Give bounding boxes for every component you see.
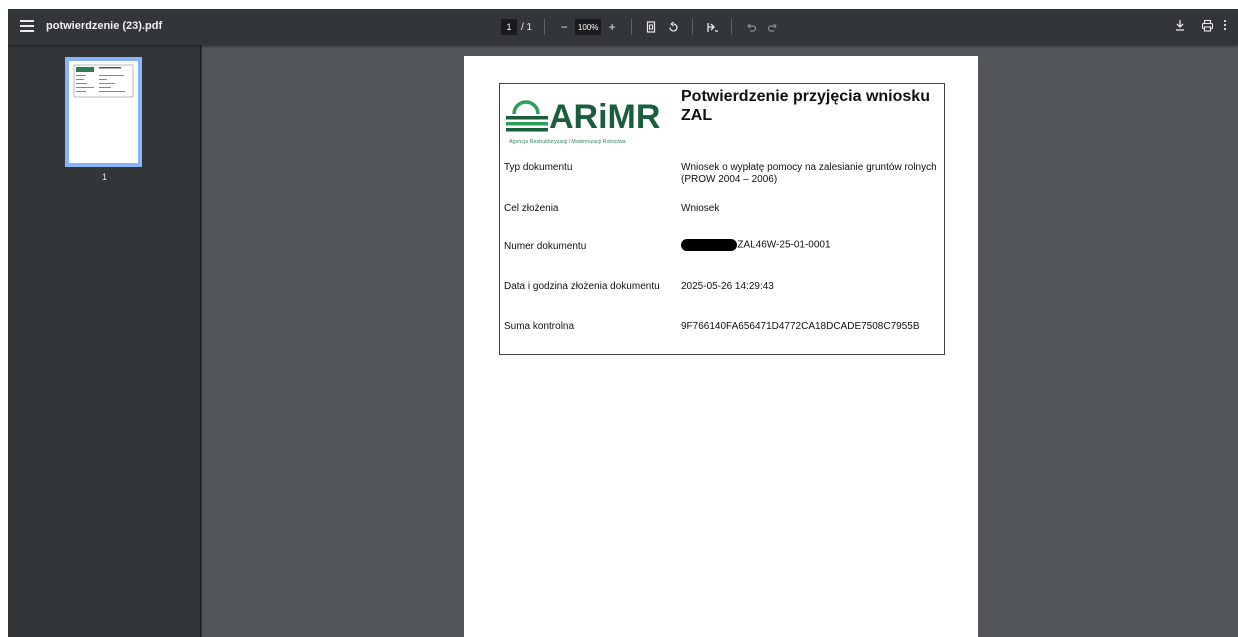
divider xyxy=(731,19,733,35)
document-number: -ZAL46W-25-01-0001 xyxy=(734,239,831,251)
logo-subtitle: Agencja Restrukturyzacji i Modernizacji … xyxy=(509,139,626,145)
document-title: Potwierdzenie przyjęcia wniosku ZAL xyxy=(681,88,930,124)
row-value-type: Wniosek o wypłatę pomocy na zalesianie g… xyxy=(681,162,937,185)
download-icon[interactable] xyxy=(1172,17,1188,33)
row-value-checksum: 9F766140FA656471D4772CA18DCADE7508C7955B xyxy=(681,321,920,332)
page-thumbnail[interactable] xyxy=(65,57,142,167)
thumbnail-preview xyxy=(73,64,134,98)
document-viewport[interactable]: ARiMR Agencja Restrukturyzacji i Moderni… xyxy=(202,45,1238,637)
pdf-page: ARiMR Agencja Restrukturyzacji i Moderni… xyxy=(464,56,978,637)
row-label-number: Numer dokumentu xyxy=(504,241,587,252)
more-icon[interactable] xyxy=(1221,17,1229,33)
row-value-datetime: 2025-05-26 14:29:43 xyxy=(681,281,774,292)
row-label-type: Typ dokumentu xyxy=(504,162,573,173)
redaction-mark xyxy=(681,239,737,251)
thumbnail-sidebar: 1 xyxy=(8,45,201,637)
arimr-logo: ARiMR Agencja Restrukturyzacji i Moderni… xyxy=(504,90,676,148)
logo-emblem-icon xyxy=(506,100,548,132)
pdf-viewer: potwierdzenie (23).pdf / 1 − + xyxy=(8,9,1238,637)
toolbar-actions xyxy=(1169,17,1232,33)
zoom-input[interactable] xyxy=(575,19,602,35)
rotate-icon[interactable] xyxy=(665,19,681,35)
row-label-purpose: Cel złożenia xyxy=(504,203,559,214)
fit-page-icon[interactable] xyxy=(643,19,659,35)
toolbar: potwierdzenie (23).pdf / 1 − + xyxy=(8,9,1238,45)
page-number-input[interactable] xyxy=(501,19,517,35)
row-label-datetime: Data i godzina złożenia dokumentu xyxy=(504,281,660,292)
row-value-number: -ZAL46W-25-01-0001 xyxy=(681,239,939,252)
divider xyxy=(692,19,694,35)
divider xyxy=(544,19,546,35)
menu-icon[interactable] xyxy=(20,20,34,34)
toolbar-controls: / 1 − + xyxy=(501,17,784,37)
undo-icon[interactable] xyxy=(743,19,759,35)
divider xyxy=(631,19,633,35)
page-total: / 1 xyxy=(521,21,533,33)
annotate-icon[interactable] xyxy=(704,19,720,35)
row-value-purpose: Wniosek xyxy=(681,203,720,214)
zoom-out-button[interactable]: − xyxy=(556,19,572,35)
file-title: potwierdzenie (23).pdf xyxy=(46,20,163,32)
logo-text: ARiMR xyxy=(549,98,661,136)
row-label-checksum: Suma kontrolna xyxy=(504,321,575,332)
zoom-in-button[interactable]: + xyxy=(604,19,620,35)
print-icon[interactable] xyxy=(1199,17,1215,33)
redo-icon[interactable] xyxy=(765,19,781,35)
confirmation-box: ARiMR Agencja Restrukturyzacji i Moderni… xyxy=(499,83,945,355)
thumbnail-page-number: 1 xyxy=(101,172,107,182)
